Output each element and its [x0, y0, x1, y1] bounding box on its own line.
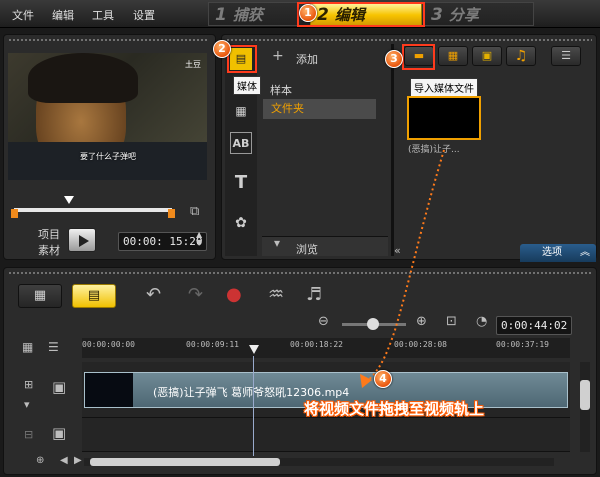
drag-arrow [360, 149, 445, 388]
callout-4: 4 [374, 370, 392, 388]
drag-instruction: 将视频文件拖拽至视频轨上 [304, 400, 485, 418]
